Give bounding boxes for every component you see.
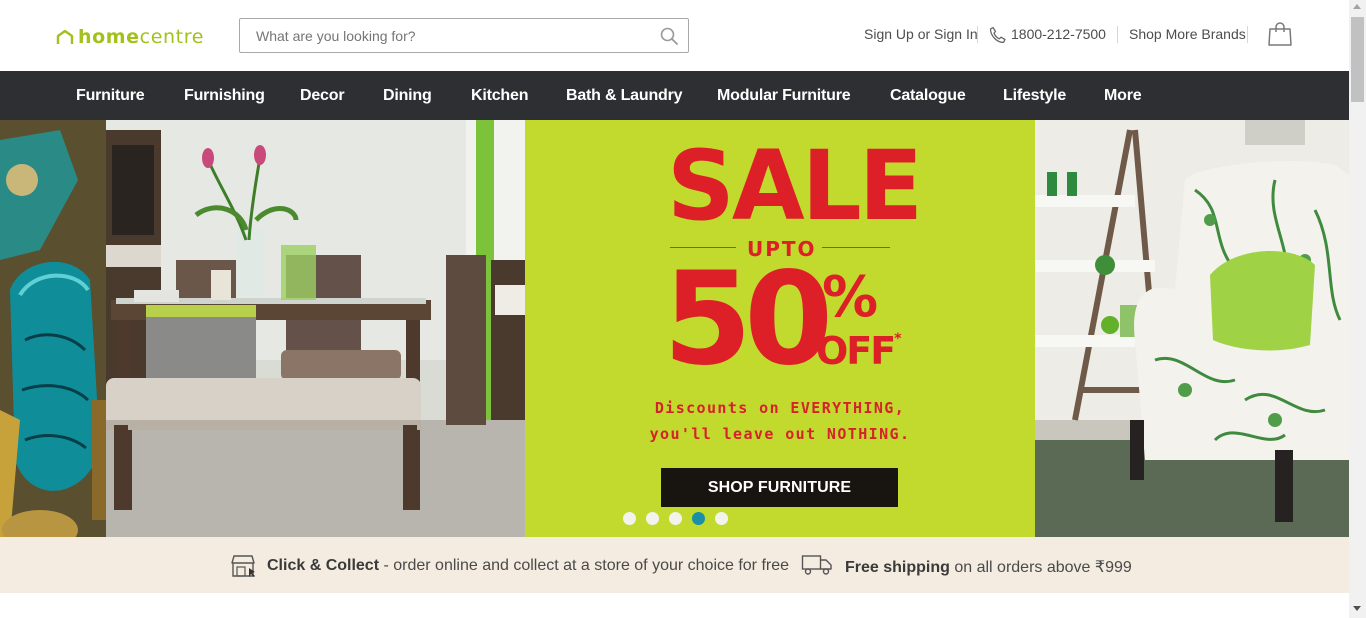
click-collect-text: Click & Collect - order online and colle…: [267, 557, 790, 574]
header-divider: [1247, 26, 1248, 43]
nav-item-furniture[interactable]: Furniture: [76, 87, 145, 105]
header-divider: [1117, 26, 1118, 43]
off-label: OFF*: [816, 329, 902, 373]
search-input[interactable]: [256, 20, 646, 51]
homecentre-logo[interactable]: homecentre: [56, 24, 204, 50]
shop-more-brands-link[interactable]: Shop More Brands: [1129, 26, 1246, 42]
free-shipping-text: Free shipping on all orders above ₹999: [845, 559, 1132, 576]
scroll-down-arrow-icon[interactable]: [1353, 606, 1361, 611]
promo-line-1: Discounts on EVERYTHING,: [654, 399, 906, 417]
shopping-bag-icon[interactable]: [1267, 22, 1293, 46]
nav-item-catalogue[interactable]: Catalogue: [890, 87, 966, 105]
logo-text: homecentre: [78, 26, 204, 48]
nav-item-furnishing[interactable]: Furnishing: [184, 87, 265, 105]
carousel-dots: [623, 512, 728, 525]
house-logo-icon: [56, 29, 74, 44]
hero-carousel[interactable]: SALE UPTO 50 % OFF* Discounts on EVERYTH…: [0, 120, 1349, 537]
carousel-dot-1[interactable]: [623, 512, 636, 525]
search-icon[interactable]: [660, 27, 678, 45]
dining-room-image[interactable]: [106, 120, 525, 537]
discount-number: 50: [663, 245, 833, 394]
store-icon: [231, 555, 255, 577]
nav-item-modular-furniture[interactable]: Modular Furniture: [717, 87, 851, 105]
armchair-image[interactable]: [1035, 120, 1349, 537]
page-scrollbar[interactable]: [1349, 0, 1366, 618]
nav-item-bath-laundry[interactable]: Bath & Laundry: [566, 87, 683, 105]
truck-icon: [801, 555, 832, 575]
sale-banner: SALE UPTO 50 % OFF* Discounts on EVERYTH…: [525, 120, 1035, 537]
search-box: [239, 18, 689, 53]
promo-line-2: you'll leave out NOTHING.: [649, 425, 911, 443]
main-nav: Furniture Furnishing Decor Dining Kitche…: [0, 71, 1349, 120]
phone-number[interactable]: 1800-212-7500: [1011, 26, 1106, 42]
nav-item-lifestyle[interactable]: Lifestyle: [1003, 87, 1066, 105]
scroll-thumb[interactable]: [1351, 17, 1364, 102]
shop-furniture-button[interactable]: SHOP FURNITURE: [661, 468, 898, 507]
header-divider: [977, 26, 978, 43]
page: homecentre Sign Up or Sign In 1800-212-7…: [0, 0, 1366, 618]
carousel-dot-4[interactable]: [692, 512, 705, 525]
site-header: homecentre Sign Up or Sign In 1800-212-7…: [0, 0, 1349, 71]
carousel-dot-2[interactable]: [646, 512, 659, 525]
carousel-dot-5[interactable]: [715, 512, 728, 525]
nav-item-kitchen[interactable]: Kitchen: [471, 87, 528, 105]
percent-sign: %: [822, 265, 879, 330]
carousel-dot-3[interactable]: [669, 512, 682, 525]
nav-item-dining[interactable]: Dining: [383, 87, 432, 105]
divider-line: [822, 247, 890, 248]
sale-heading: SALE: [667, 130, 923, 242]
decor-slide-peek-image[interactable]: [0, 120, 106, 537]
phone-icon: [989, 26, 1006, 44]
benefits-strip: Click & Collect - order online and colle…: [0, 537, 1349, 593]
sign-in-link[interactable]: Sign Up or Sign In: [864, 26, 978, 42]
scroll-up-arrow-icon[interactable]: [1353, 4, 1361, 9]
nav-item-more[interactable]: More: [1104, 87, 1142, 105]
nav-item-decor[interactable]: Decor: [300, 87, 345, 105]
